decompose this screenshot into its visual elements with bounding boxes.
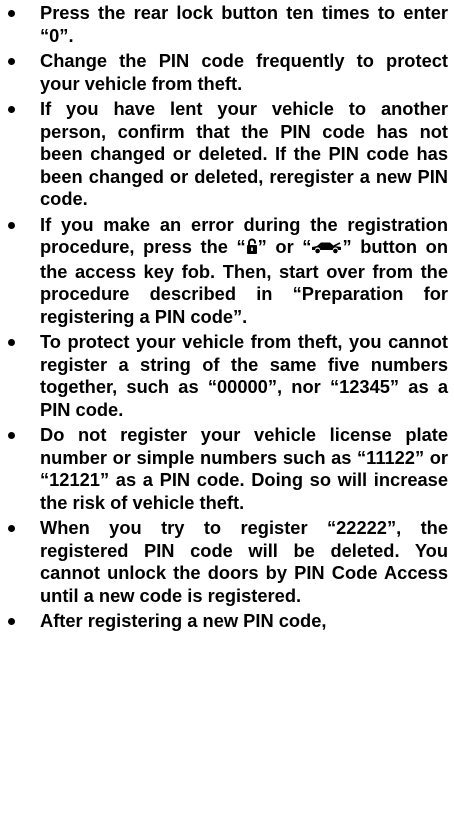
bullet-dot bbox=[8, 618, 15, 625]
bullet-text: To protect your vehicle from theft, you … bbox=[40, 331, 448, 420]
bullet-item-22222: When you try to register “22222”, the re… bbox=[0, 517, 454, 607]
bullet-text-part: ” or “ bbox=[257, 236, 312, 257]
bullet-item-after-registering: After registering a new PIN code, bbox=[0, 610, 454, 633]
bullet-dot bbox=[8, 221, 15, 229]
manual-page: Press the rear lock button ten times to … bbox=[0, 0, 454, 816]
bullet-text: When you try to register “22222”, the re… bbox=[40, 517, 448, 606]
bullet-dot bbox=[8, 106, 15, 113]
bullet-item-license-plate: Do not register your vehicle license pla… bbox=[0, 424, 454, 514]
bullet-list: Press the rear lock button ten times to … bbox=[0, 2, 454, 636]
bullet-dot bbox=[8, 10, 15, 17]
bullet-dot bbox=[8, 525, 15, 532]
bullet-text: Do not register your vehicle license pla… bbox=[40, 424, 448, 513]
bullet-text: If you have lent your vehicle to another… bbox=[40, 98, 448, 209]
bullet-dot bbox=[8, 432, 15, 439]
bullet-text: Press the rear lock button ten times to … bbox=[40, 2, 448, 46]
bullet-item-registration-error: If you make an error during the registra… bbox=[0, 214, 454, 329]
bullet-dot bbox=[8, 58, 15, 65]
unlock-icon bbox=[246, 238, 258, 261]
bullet-dot bbox=[8, 339, 15, 346]
bullet-item-change-pin: Change the PIN code frequently to protec… bbox=[0, 50, 454, 95]
car-trunk-icon bbox=[311, 238, 342, 261]
bullet-item-lent-vehicle: If you have lent your vehicle to another… bbox=[0, 98, 454, 211]
bullet-item-rear-lock: Press the rear lock button ten times to … bbox=[0, 2, 454, 47]
bullet-text: After registering a new PIN code, bbox=[40, 610, 327, 631]
bullet-item-same-numbers: To protect your vehicle from theft, you … bbox=[0, 331, 454, 421]
bullet-text: Change the PIN code frequently to protec… bbox=[40, 50, 448, 94]
